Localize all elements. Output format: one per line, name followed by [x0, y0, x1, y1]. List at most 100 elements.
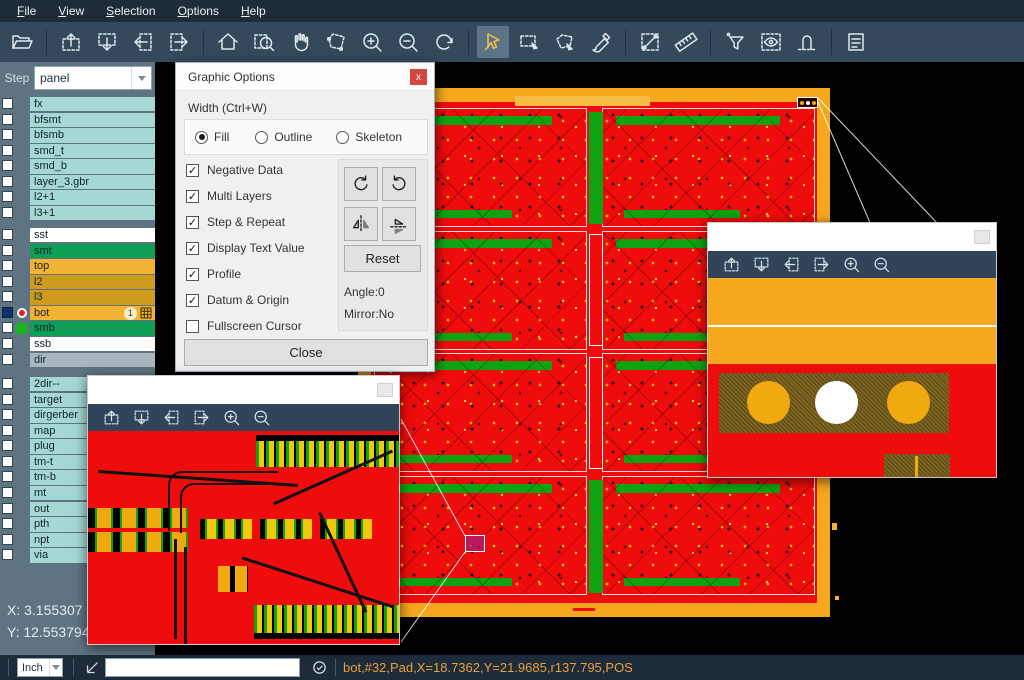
layer-row-l2[interactable]: l2 [0, 275, 155, 289]
send-left-button[interactable] [778, 253, 804, 277]
send-up-button[interactable] [98, 406, 124, 430]
apply-check-icon[interactable] [311, 659, 328, 676]
layer-checkbox[interactable] [2, 229, 13, 240]
layer-row-bot[interactable]: bot1 [0, 306, 155, 320]
magnifier-window-right[interactable] [707, 222, 997, 478]
pan-hand-button[interactable] [284, 26, 316, 58]
send-down-button[interactable] [128, 406, 154, 430]
layer-row-smt[interactable]: smt [0, 244, 155, 258]
send-right-button[interactable] [163, 26, 195, 58]
grid-icon[interactable] [140, 307, 152, 319]
layer-name[interactable]: fx [30, 97, 155, 111]
home-button[interactable] [212, 26, 244, 58]
layer-checkbox[interactable] [2, 98, 13, 109]
magnifier-view-right[interactable] [708, 278, 996, 477]
option-multi-layers[interactable]: ✓Multi Layers [186, 183, 336, 209]
layer-checkbox[interactable] [2, 176, 13, 187]
layer-checkbox[interactable] [2, 129, 13, 140]
layer-name[interactable]: bot1 [30, 306, 155, 320]
magnifier-view-left[interactable] [88, 431, 399, 644]
layer-name[interactable]: dir [30, 353, 155, 367]
layer-checkbox[interactable] [2, 291, 13, 302]
layer-row-ssb[interactable]: ssb [0, 337, 155, 351]
layer-row-sst[interactable]: sst [0, 228, 155, 242]
flip-vertical-button[interactable] [382, 207, 416, 241]
zoom-in-button[interactable] [356, 26, 388, 58]
layer-name[interactable]: l3 [30, 290, 155, 304]
layer-name[interactable]: l2+1 [30, 190, 155, 204]
layer-checkbox[interactable] [2, 456, 13, 467]
layer-name[interactable]: bfsmt [30, 113, 155, 127]
layer-checkbox[interactable] [2, 394, 13, 405]
layer-checkbox[interactable] [2, 160, 13, 171]
layer-checkbox[interactable] [2, 260, 13, 271]
layer-checkbox[interactable] [2, 487, 13, 498]
layer-row-fx[interactable]: fx [0, 97, 155, 111]
layer-checkbox[interactable] [2, 503, 13, 514]
reset-button[interactable]: Reset [344, 245, 421, 272]
magnifier-window-left[interactable] [87, 375, 400, 645]
rotate-cw-button[interactable] [344, 167, 378, 201]
layer-checkbox[interactable] [2, 518, 13, 529]
window-button[interactable] [377, 383, 393, 397]
flip-horizontal-button[interactable] [344, 207, 378, 241]
option-negative-data[interactable]: ✓Negative Data [186, 157, 336, 183]
unit-select[interactable]: Inch [17, 658, 63, 677]
send-right-button[interactable] [188, 406, 214, 430]
layer-checkbox[interactable] [2, 207, 13, 218]
menu-file[interactable]: File [6, 0, 47, 22]
layer-name[interactable]: sst [30, 228, 155, 242]
layer-row-l2+1[interactable]: l2+1 [0, 190, 155, 204]
layer-checkbox[interactable] [2, 471, 13, 482]
layer-row-smb[interactable]: smb [0, 321, 155, 335]
layer-name[interactable]: layer_3.gbr [30, 175, 155, 189]
layer-checkbox[interactable] [2, 307, 13, 318]
radio-skeleton[interactable]: Skeleton [336, 130, 402, 144]
radio-outline[interactable]: Outline [255, 130, 312, 144]
magnifier-titlebar[interactable] [708, 223, 996, 251]
send-up-button[interactable] [718, 253, 744, 277]
clean-brush-button[interactable] [585, 26, 617, 58]
select-pointer-button[interactable] [477, 26, 509, 58]
zoom-out-button[interactable] [392, 26, 424, 58]
send-left-button[interactable] [158, 406, 184, 430]
menu-view[interactable]: View [47, 0, 95, 22]
menu-selection[interactable]: Selection [95, 0, 166, 22]
measure-loop-button[interactable] [791, 26, 823, 58]
layer-checkbox[interactable] [2, 440, 13, 451]
layer-checkbox[interactable] [2, 191, 13, 202]
send-down-button[interactable] [748, 253, 774, 277]
report-button[interactable] [840, 26, 872, 58]
option-profile[interactable]: ✓Profile [186, 261, 336, 287]
select-poly-button[interactable] [549, 26, 581, 58]
dialog-close-button[interactable]: Close [184, 339, 428, 366]
menu-help[interactable]: Help [230, 0, 277, 22]
layer-checkbox[interactable] [2, 322, 13, 333]
layer-name[interactable]: bfsmb [30, 128, 155, 142]
send-left-button[interactable] [127, 26, 159, 58]
layer-checkbox[interactable] [2, 534, 13, 545]
layer-row-layer_3.gbr[interactable]: layer_3.gbr [0, 175, 155, 189]
option-display-text-value[interactable]: ✓Display Text Value [186, 235, 336, 261]
magnifier-titlebar[interactable] [88, 376, 399, 404]
layer-row-smd_t[interactable]: smd_t [0, 144, 155, 158]
send-up-button[interactable] [55, 26, 87, 58]
layer-checkbox[interactable] [2, 425, 13, 436]
dialog-titlebar[interactable]: Graphic Options [176, 63, 434, 91]
layer-name[interactable]: smd_b [30, 159, 155, 173]
layer-row-smd_b[interactable]: smd_b [0, 159, 155, 173]
layer-checkbox[interactable] [2, 145, 13, 156]
layer-checkbox[interactable] [2, 338, 13, 349]
layer-row-top[interactable]: top [0, 259, 155, 273]
open-folder-button[interactable] [6, 26, 38, 58]
select-rect-button[interactable] [513, 26, 545, 58]
layer-checkbox[interactable] [2, 409, 13, 420]
zoom-previous-button[interactable] [428, 26, 460, 58]
zoom-in-button[interactable] [838, 253, 864, 277]
layer-name[interactable]: smb [30, 321, 155, 335]
rotate-ccw-button[interactable] [382, 167, 416, 201]
layer-name[interactable]: smt [30, 244, 155, 258]
layer-name[interactable]: smd_t [30, 144, 155, 158]
layer-row-dir[interactable]: dir [0, 353, 155, 367]
zoom-in-button[interactable] [218, 406, 244, 430]
